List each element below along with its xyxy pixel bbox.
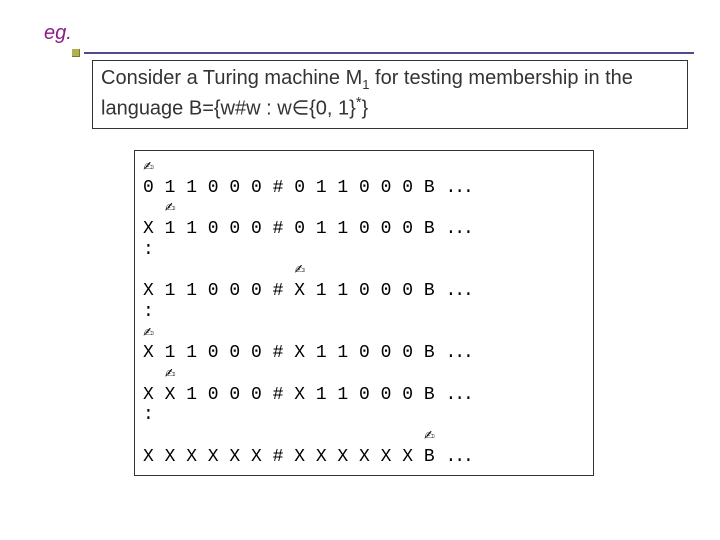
head-row-0: ✍ [143,157,585,178]
head-row-2: ✍ [143,198,585,219]
vdots-12: : [143,405,585,426]
problem-text-3: {0, 1} [309,98,356,120]
tape-trace: ✍ 0 1 1 0 0 0 # 0 1 1 0 0 0 B ... ✍ X 1 … [134,150,594,476]
tape-row-9: X 1 1 0 0 0 # X 1 1 0 0 0 B ... [143,343,585,364]
m-subscript: 1 [362,77,369,92]
vdots-4: : [143,240,585,261]
tape-row-1: 0 1 1 0 0 0 # 0 1 1 0 0 0 B ... [143,178,585,199]
problem-statement: Consider a Turing machine M1 for testing… [92,60,688,129]
vdots-7: : [143,302,585,323]
example-label: eg. [44,22,72,45]
problem-text-1: Consider a Turing machine M [101,67,362,89]
element-of: ∈ [292,98,309,120]
head-row-8: ✍ [143,323,585,344]
bullet-decor [72,49,80,57]
tape-row-3: X 1 1 0 0 0 # 0 1 1 0 0 0 B ... [143,219,585,240]
header-underline [84,52,694,54]
problem-text-4: } [361,98,368,120]
tape-row-6: X 1 1 0 0 0 # X 1 1 0 0 0 B ... [143,281,585,302]
tape-row-11: X X 1 0 0 0 # X 1 1 0 0 0 B ... [143,385,585,406]
head-row-13: ✍ [143,426,585,447]
tape-row-14: X X X X X X # X X X X X X B ... [143,447,585,468]
head-row-10: ✍ [143,364,585,385]
head-row-5: ✍ [143,260,585,281]
slide: eg. Consider a Turing machine M1 for tes… [0,0,720,540]
